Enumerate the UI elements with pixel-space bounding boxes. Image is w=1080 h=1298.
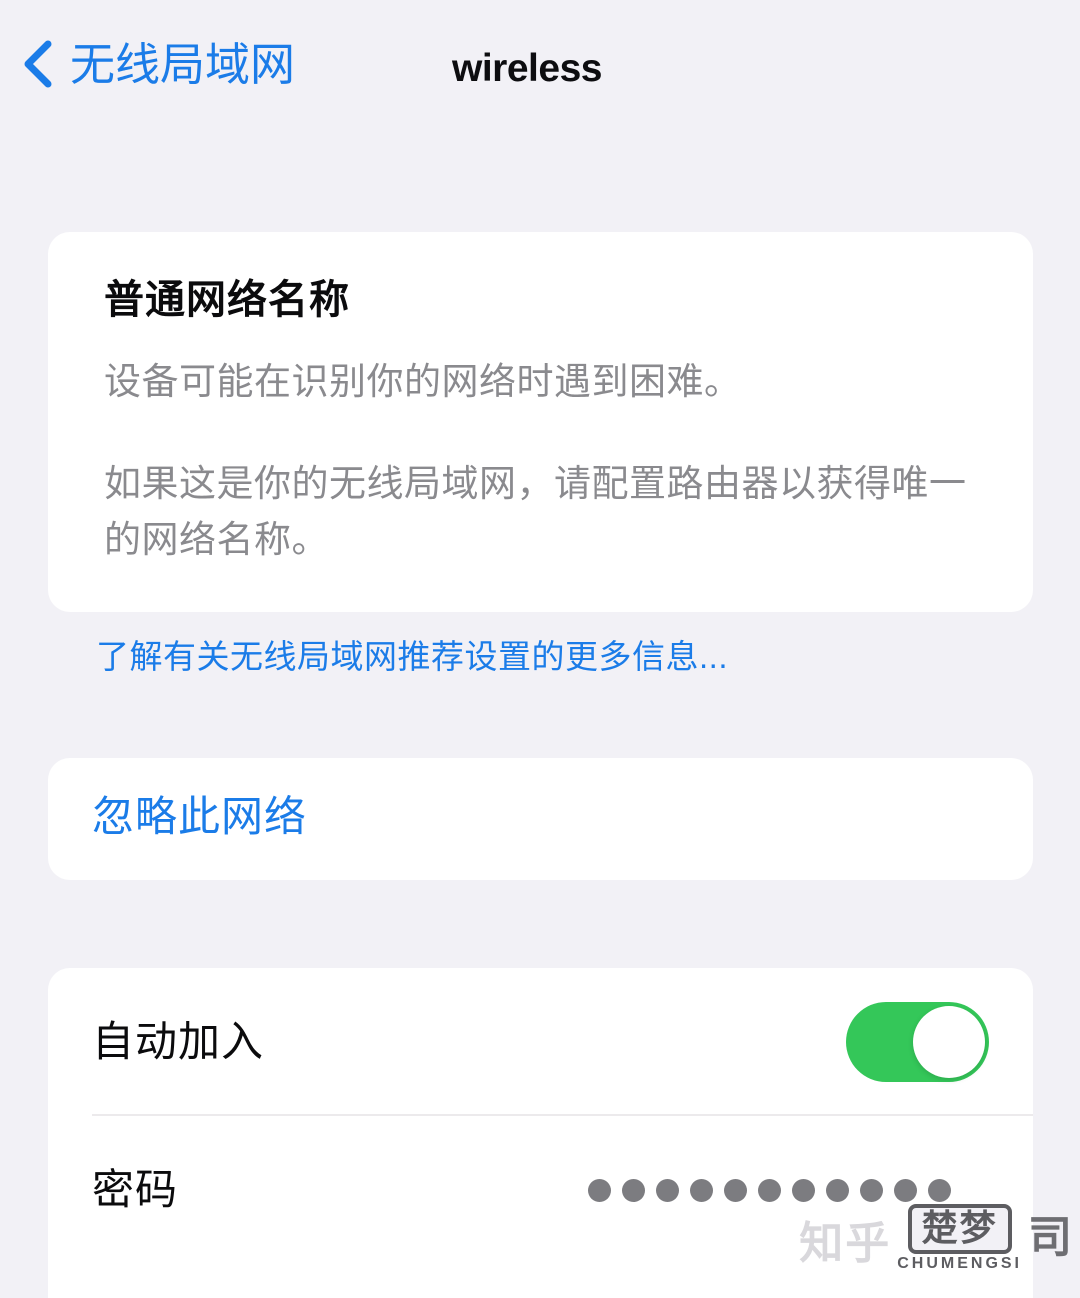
password-dot xyxy=(792,1178,815,1202)
chevron-left-icon xyxy=(18,36,60,92)
forget-network-label[interactable]: 忽略此网络 xyxy=(92,792,307,842)
network-settings-card: 自动加入 密码 xyxy=(48,968,1033,1298)
back-button[interactable]: 无线局域网 xyxy=(18,36,295,92)
password-dot xyxy=(588,1178,611,1202)
network-info-card: 普通网络名称 设备可能在识别你的网络时遇到困难。 如果这是你的无线局域网，请配置… xyxy=(48,232,1033,612)
password-masked-field[interactable] xyxy=(588,1178,989,1202)
watermark-si-text: 司 xyxy=(1028,1213,1072,1262)
auto-join-value xyxy=(846,1002,989,1082)
password-dot xyxy=(656,1178,679,1202)
page-title: wireless xyxy=(452,47,602,90)
password-dot xyxy=(928,1178,951,1202)
password-label: 密码 xyxy=(92,1165,179,1213)
info-card-title: 普通网络名称 xyxy=(104,278,350,322)
password-dot xyxy=(622,1178,645,1202)
toggle-knob xyxy=(913,1006,985,1078)
password-dot xyxy=(894,1178,917,1202)
auto-join-label: 自动加入 xyxy=(92,1017,265,1065)
password-dot xyxy=(724,1178,747,1202)
password-row[interactable]: 密码 xyxy=(48,1116,1033,1264)
auto-join-row[interactable]: 自动加入 xyxy=(48,968,1033,1116)
password-dot xyxy=(690,1178,713,1202)
forget-network-card[interactable]: 忽略此网络 xyxy=(48,758,1033,880)
password-dot xyxy=(860,1178,883,1202)
back-button-label: 无线局域网 xyxy=(70,38,296,90)
info-card-paragraph-2: 如果这是你的无线局域网，请配置路由器以获得唯一的网络名称。 xyxy=(104,463,967,561)
auto-join-toggle[interactable] xyxy=(846,1002,989,1082)
password-value xyxy=(588,1178,989,1202)
password-dot xyxy=(758,1178,781,1202)
password-dot xyxy=(826,1178,849,1202)
learn-more-link[interactable]: 了解有关无线局域网推荐设置的更多信息... xyxy=(96,636,728,677)
navigation-bar: 无线局域网 wireless xyxy=(0,0,1080,150)
info-card-paragraph-1: 设备可能在识别你的网络时遇到困难。 xyxy=(104,361,742,402)
